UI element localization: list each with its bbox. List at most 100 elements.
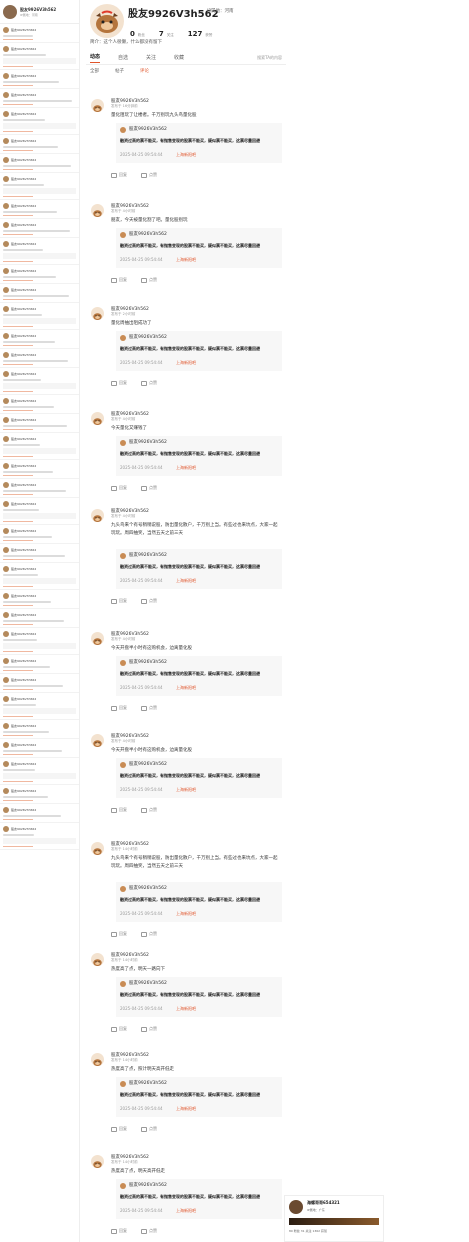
comment-avatar[interactable] — [91, 99, 104, 112]
comment-avatar[interactable] — [91, 734, 104, 747]
comment-text[interactable]: 热度高了点，明天一路向下 — [111, 966, 281, 974]
reply-button[interactable]: 回复 — [111, 277, 127, 283]
reply-button[interactable]: 回复 — [111, 172, 127, 178]
quote-source-bar[interactable]: 上海新阳吧 — [176, 911, 196, 917]
comment-text[interactable]: 热度高了点，照计明天高开低走 — [111, 1066, 281, 1074]
like-button[interactable]: 点赞 — [141, 172, 157, 178]
comment-text[interactable]: 朋友，今天被量化割了吧。量化股别玩 — [111, 217, 281, 225]
left-feed-item[interactable]: 股友9926V3h562 — [0, 108, 79, 135]
left-feed-item[interactable]: 股友9926V3h562 — [0, 525, 79, 544]
left-feed-item[interactable]: 股友9926V3h562 — [0, 135, 79, 154]
left-feed-item[interactable]: 股友9926V3h562 — [0, 265, 79, 284]
left-feed-item[interactable]: 股友9926V3h562 — [0, 563, 79, 590]
tab-dynamics[interactable]: 动态 — [90, 53, 101, 63]
stat-fans[interactable]: 0 粉丝 — [130, 21, 145, 40]
tab-following[interactable]: 关注 — [146, 54, 156, 61]
comment-avatar[interactable] — [91, 307, 104, 320]
quote-source-bar[interactable]: 上海新阳吧 — [176, 787, 196, 793]
comment-avatar[interactable] — [91, 412, 104, 425]
left-feed-item[interactable]: 股友9926V3h562 — [0, 349, 79, 368]
quote-source-bar[interactable]: 上海新阳吧 — [176, 465, 196, 471]
comment-avatar[interactable] — [91, 509, 104, 522]
comment-text[interactable]: 热度高了点，明天高开低走 — [111, 1168, 281, 1176]
like-button[interactable]: 点赞 — [141, 705, 157, 711]
quoted-post[interactable]: 股友9926V3h562 融资过高的票不能买，有抛售变现的股票不能买，疑似票不能买… — [116, 1077, 282, 1117]
left-feed-item[interactable]: 股友9926V3h562 — [0, 395, 79, 414]
left-avatar[interactable] — [3, 4, 17, 19]
quote-source-bar[interactable]: 上海新阳吧 — [176, 578, 196, 584]
left-feed-item[interactable]: 股友9926V3h562 — [0, 200, 79, 219]
left-feed-item[interactable]: 股友9926V3h562 — [0, 479, 79, 498]
left-feed-item[interactable]: 股友9926V3h562 — [0, 628, 79, 655]
left-feed-item[interactable]: 股友9926V3h562 — [0, 785, 79, 804]
quoted-post[interactable]: 股友9926V3h562 融资过高的票不能买，有抛售变现的股票不能买，疑似票不能买… — [116, 656, 282, 696]
quoted-post[interactable]: 股友9926V3h562 融资过高的票不能买，有抛售变现的股票不能买，疑似票不能买… — [116, 436, 282, 476]
quoted-post[interactable]: 股友9926V3h562 融资过高的票不能买，有抛售变现的股票不能买，疑似票不能买… — [116, 331, 282, 371]
like-button[interactable]: 点赞 — [141, 485, 157, 491]
quote-source-bar[interactable]: 上海新阳吧 — [176, 685, 196, 691]
left-feed-item[interactable]: 股友9926V3h562 — [0, 674, 79, 693]
left-feed-item[interactable]: 股友9926V3h562 — [0, 368, 79, 395]
reply-button[interactable]: 回复 — [111, 380, 127, 386]
like-button[interactable]: 点赞 — [141, 1228, 157, 1234]
profile-avatar[interactable] — [90, 4, 124, 38]
left-feed-item[interactable]: 股友9926V3h562 — [0, 43, 79, 70]
left-feed-item[interactable]: 股友9926V3h562 — [0, 609, 79, 628]
reply-button[interactable]: 回复 — [111, 807, 127, 813]
left-feed-item[interactable]: 股友9926V3h562 — [0, 414, 79, 433]
like-button[interactable]: 点赞 — [141, 931, 157, 937]
comment-text[interactable]: 量化阻玩了让楼者。千万别玩九头鸟量化股 — [111, 112, 281, 120]
comment-avatar[interactable] — [91, 842, 104, 855]
like-button[interactable]: 点赞 — [141, 277, 157, 283]
quoted-post[interactable]: 股友9926V3h562 融资过高的票不能买，有抛售变现的股票不能买，疑似票不能买… — [116, 228, 282, 268]
left-feed-item[interactable]: 股友9926V3h562 — [0, 544, 79, 563]
subtab-comments[interactable]: 评论 — [140, 68, 149, 74]
left-feed-item[interactable]: 股友9926V3h562 — [0, 154, 79, 173]
comment-text[interactable]: 今天量化又赚钱了 — [111, 425, 281, 433]
quote-source-bar[interactable]: 上海新阳吧 — [176, 1106, 196, 1112]
comment-text[interactable]: 今天开盘半小时有这购机会，边离量化股 — [111, 747, 281, 755]
quoted-post[interactable]: 股友9926V3h562 融资过高的票不能买，有抛售变现的股票不能买，疑似票不能买… — [116, 549, 282, 589]
reply-button[interactable]: 回复 — [111, 598, 127, 604]
comment-avatar[interactable] — [91, 204, 104, 217]
left-feed-item[interactable]: 股友9926V3h562 — [0, 460, 79, 479]
comment-avatar[interactable] — [91, 632, 104, 645]
card-avatar[interactable] — [289, 1200, 303, 1214]
left-feed-item[interactable]: 股友9926V3h562 — [0, 173, 79, 200]
subtab-all[interactable]: 全部 — [90, 68, 99, 74]
comment-avatar[interactable] — [91, 1155, 104, 1168]
reply-button[interactable]: 回复 — [111, 931, 127, 937]
left-feed-item[interactable]: 股友9926V3h562 — [0, 804, 79, 823]
quoted-post[interactable]: 股友9926V3h562 融资过高的票不能买，有抛售变现的股票不能买，疑似票不能买… — [116, 1179, 282, 1219]
quoted-post[interactable]: 股友9926V3h562 融资过高的票不能买，有抛售变现的股票不能买，疑似票不能买… — [116, 977, 282, 1017]
left-feed-item[interactable]: 股友9926V3h562 — [0, 24, 79, 43]
search-content-link[interactable]: 搜索TA的内容 — [257, 55, 282, 61]
subtab-posts[interactable]: 帖子 — [115, 68, 124, 74]
left-feed-item[interactable]: 股友9926V3h562 — [0, 739, 79, 758]
like-button[interactable]: 点赞 — [141, 1026, 157, 1032]
like-button[interactable]: 点赞 — [141, 1126, 157, 1132]
like-button[interactable]: 点赞 — [141, 598, 157, 604]
like-button[interactable]: 点赞 — [141, 807, 157, 813]
left-feed-item[interactable]: 股友9926V3h562 — [0, 693, 79, 720]
left-feed-item[interactable]: 股友9926V3h562 — [0, 330, 79, 349]
left-feed-item[interactable]: 股友9926V3h562 — [0, 89, 79, 108]
left-feed-item[interactable]: 股友9926V3h562 — [0, 238, 79, 265]
comment-text[interactable]: 九头鸟来个有号稍稍说股，防出量化散户，千万别上当。有些过也来坑点，大家一起玩玩。… — [111, 522, 281, 538]
stat-following[interactable]: 7 关注 — [159, 21, 174, 40]
left-feed-item[interactable]: 股友9926V3h562 — [0, 433, 79, 460]
quoted-post[interactable]: 股友9926V3h562 融资过高的票不能买，有抛售变现的股票不能买，疑似票不能买… — [116, 123, 282, 163]
left-feed-item[interactable]: 股友9926V3h562 — [0, 303, 79, 330]
reply-button[interactable]: 回复 — [111, 705, 127, 711]
tab-favorites[interactable]: 收藏 — [174, 54, 184, 61]
comment-avatar[interactable] — [91, 953, 104, 966]
like-button[interactable]: 点赞 — [141, 380, 157, 386]
quoted-post[interactable]: 股友9926V3h562 融资过高的票不能买，有抛售变现的股票不能买，疑似票不能买… — [116, 882, 282, 922]
left-feed-item[interactable]: 股友9926V3h562 — [0, 284, 79, 303]
quote-source-bar[interactable]: 上海新阳吧 — [176, 1006, 196, 1012]
quote-source-bar[interactable]: 上海新阳吧 — [176, 257, 196, 263]
left-feed-item[interactable]: 股友9926V3h562 — [0, 70, 79, 89]
tab-watchlist[interactable]: 自选 — [118, 54, 128, 61]
left-feed-item[interactable]: 股友9926V3h562 — [0, 219, 79, 238]
left-feed-item[interactable]: 股友9926V3h562 — [0, 655, 79, 674]
